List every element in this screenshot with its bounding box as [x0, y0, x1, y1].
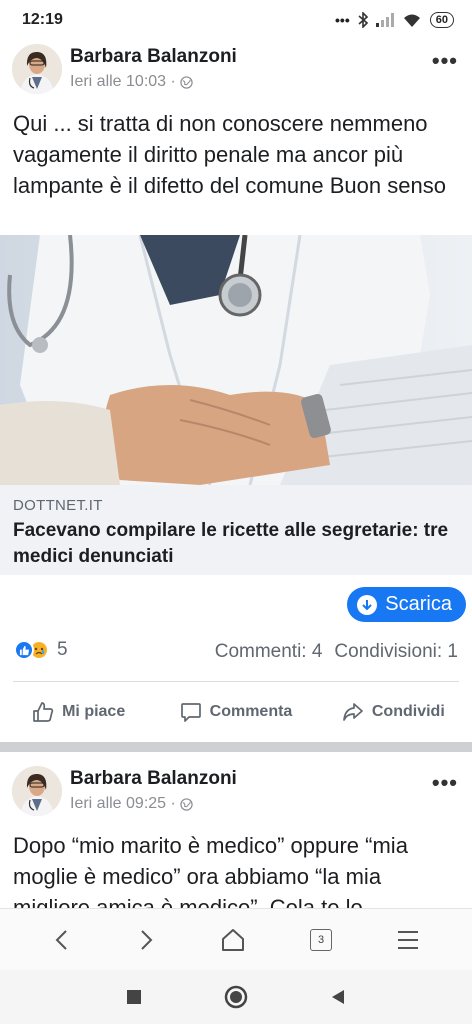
menu-icon[interactable] [396, 929, 420, 951]
like-label: Mi piace [62, 703, 126, 720]
browser-toolbar: 3 [0, 908, 472, 970]
share-icon [343, 703, 363, 721]
like-button[interactable]: Mi piace [0, 701, 157, 723]
author-name[interactable]: Barbara Balanzoni [70, 46, 237, 68]
divider [13, 681, 459, 682]
avatar[interactable] [12, 766, 62, 816]
link-domain: DOTTNET.IT [13, 497, 103, 514]
post-text: Dopo “mio marito è medico” oppure “mia m… [13, 833, 408, 908]
post-card: Barbara Balanzoni Ieri alle 10:03 · ••• [0, 40, 472, 100]
status-icons: ••• 60 [335, 12, 454, 28]
wifi-icon [403, 14, 420, 27]
post-meta: Ieri alle 10:03 · [70, 73, 193, 91]
post-text: Qui ... si tratta di non conoscere nemme… [13, 111, 446, 198]
home-button-icon[interactable] [224, 985, 248, 1009]
feed-separator [0, 742, 472, 752]
home-icon[interactable] [220, 927, 246, 953]
signal-icon [375, 13, 394, 27]
battery-indicator: 60 [429, 12, 454, 28]
like-icon [33, 702, 54, 722]
comment-label: Commenta [209, 703, 293, 720]
globe-icon [180, 75, 193, 89]
system-nav-bar [0, 970, 472, 1024]
post-header: Barbara Balanzoni Ieri alle 10:03 · ••• [0, 40, 472, 100]
share-label: Condividi [371, 703, 445, 720]
status-time: 12:19 [22, 11, 63, 28]
post-card: Barbara Balanzoni Ieri alle 09:25 · ••• [0, 762, 472, 822]
avatar[interactable] [12, 44, 62, 94]
link-title: Facevano compilare le ricette alle segre… [13, 520, 449, 567]
link-preview-image[interactable] [0, 235, 472, 485]
comment-icon [180, 703, 201, 722]
globe-icon [180, 797, 193, 811]
like-reaction-icon [14, 640, 34, 660]
post-actions: Mi piace Commenta Condividi [0, 688, 472, 736]
bluetooth-icon [358, 12, 368, 28]
download-icon [357, 594, 378, 615]
back-triangle-icon[interactable] [330, 988, 346, 1006]
download-button[interactable]: Scarica [347, 587, 466, 622]
shares-count[interactable]: Condivisioni: 1 [334, 641, 458, 663]
forward-icon[interactable] [136, 928, 156, 952]
status-bar: 12:19 ••• 60 [0, 0, 472, 40]
recents-icon[interactable] [126, 989, 142, 1005]
author-name[interactable]: Barbara Balanzoni [70, 768, 237, 790]
dots-icon: ••• [335, 12, 350, 28]
more-icon[interactable]: ••• [432, 770, 458, 796]
post-meta: Ieri alle 09:25 · [70, 795, 193, 813]
reaction-count: 5 [57, 639, 68, 660]
back-icon[interactable] [52, 928, 72, 952]
comment-button[interactable]: Commenta [157, 701, 314, 723]
post-stats: Commenti: 4 Condivisioni: 1 [215, 641, 458, 663]
link-preview-meta[interactable]: DOTTNET.IT Facevano compilare le ricette… [0, 485, 472, 575]
more-icon[interactable]: ••• [432, 48, 458, 74]
download-label: Scarica [385, 593, 452, 615]
tabs-icon[interactable]: 3 [310, 928, 332, 951]
post-header: Barbara Balanzoni Ieri alle 09:25 · ••• [0, 762, 472, 822]
comments-count[interactable]: Commenti: 4 [215, 641, 323, 663]
post-time[interactable]: Ieri alle 10:03 · [70, 73, 176, 91]
share-button[interactable]: Condividi [315, 701, 472, 723]
post-time[interactable]: Ieri alle 09:25 · [70, 795, 176, 813]
reactions-summary[interactable]: 5 [14, 639, 68, 661]
